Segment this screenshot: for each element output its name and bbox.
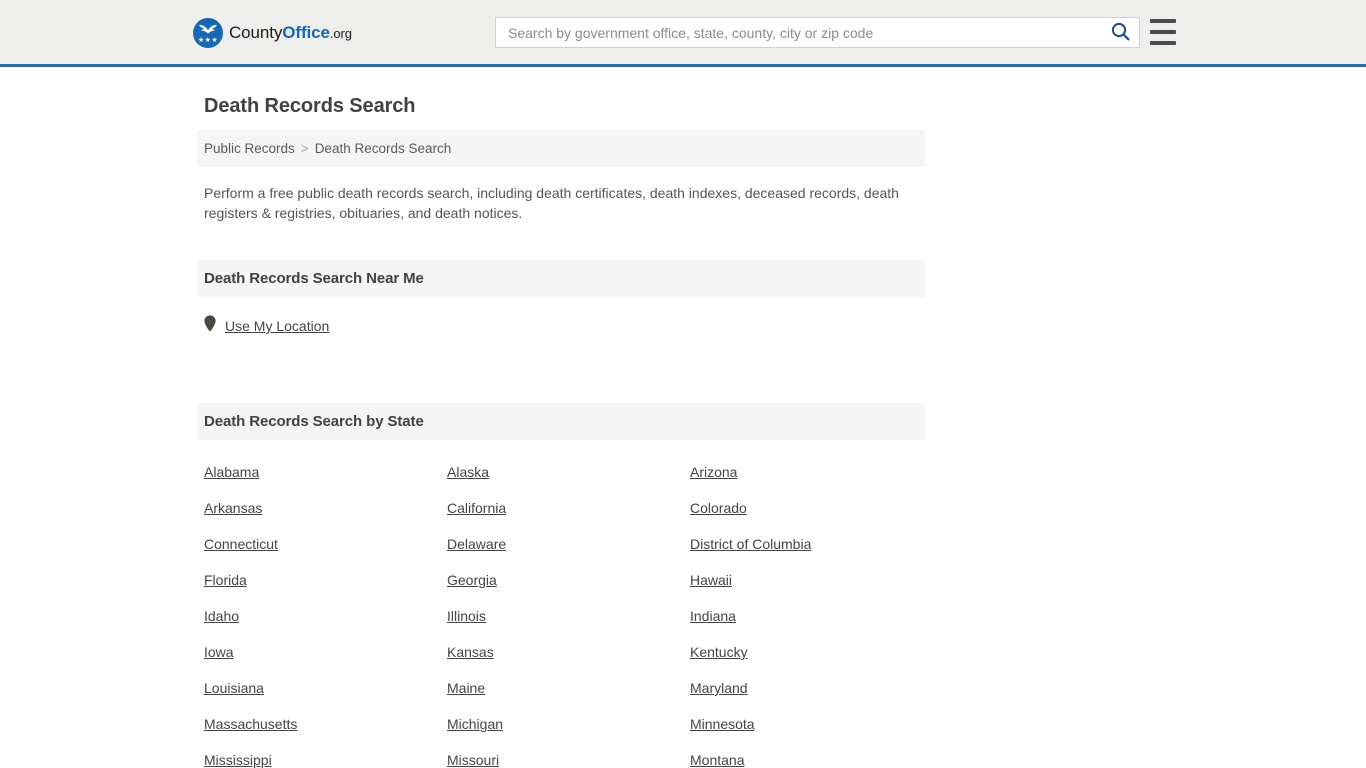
main-content: Death Records Search Public Records > De… xyxy=(0,67,1366,768)
logo-wordmark: CountyOffice.org xyxy=(229,23,352,43)
state-link[interactable]: Missouri xyxy=(447,753,499,767)
state-link[interactable]: Idaho xyxy=(204,609,239,623)
state-link[interactable]: District of Columbia xyxy=(690,537,811,551)
section-header-by-state: Death Records Search by State xyxy=(197,403,925,440)
logo-stars: ★★★ xyxy=(197,36,219,44)
map-pin-icon xyxy=(204,315,216,337)
search-input[interactable] xyxy=(496,18,1101,47)
site-logo[interactable]: ★★★ CountyOffice.org xyxy=(193,18,352,48)
search-icon xyxy=(1111,22,1130,44)
logo-text-county: County xyxy=(229,23,283,42)
state-link[interactable]: Indiana xyxy=(690,609,736,623)
page-intro-text: Perform a free public death records sear… xyxy=(204,185,899,221)
state-link[interactable]: Louisiana xyxy=(204,681,264,695)
hamburger-menu-icon xyxy=(1150,41,1176,45)
state-link[interactable]: Maryland xyxy=(690,681,748,695)
state-link[interactable]: Kansas xyxy=(447,645,494,659)
breadcrumb: Public Records > Death Records Search xyxy=(197,130,925,167)
state-link[interactable]: Colorado xyxy=(690,501,747,515)
state-link[interactable]: Iowa xyxy=(204,645,234,659)
section-header-near-me: Death Records Search Near Me xyxy=(197,260,925,297)
search-bar[interactable] xyxy=(495,17,1140,48)
hamburger-menu-icon xyxy=(1150,30,1176,34)
logo-text-org: .org xyxy=(329,26,352,41)
state-link[interactable]: Michigan xyxy=(447,717,503,731)
state-link[interactable]: Montana xyxy=(690,753,744,767)
state-link[interactable]: Florida xyxy=(204,573,247,587)
state-link[interactable]: Maine xyxy=(447,681,485,695)
hamburger-menu-icon xyxy=(1150,19,1176,23)
site-header: ★★★ CountyOffice.org xyxy=(0,0,1366,67)
use-my-location-row: Use My Location xyxy=(197,297,925,337)
state-link[interactable]: California xyxy=(447,501,506,515)
state-link[interactable]: Alaska xyxy=(447,465,489,479)
search-submit-button[interactable] xyxy=(1101,18,1139,47)
breadcrumb-separator: > xyxy=(300,141,309,156)
state-link[interactable]: Georgia xyxy=(447,573,497,587)
state-link[interactable]: Massachusetts xyxy=(204,717,297,731)
state-link[interactable]: Alabama xyxy=(204,465,259,479)
eagle-shield-icon: ★★★ xyxy=(193,18,223,48)
state-link[interactable]: Illinois xyxy=(447,609,486,623)
use-my-location-link[interactable]: Use My Location xyxy=(225,318,329,334)
state-link[interactable]: Kentucky xyxy=(690,645,748,659)
state-link[interactable]: Minnesota xyxy=(690,717,755,731)
state-link[interactable]: Arizona xyxy=(690,465,737,479)
state-link[interactable]: Mississippi xyxy=(204,753,272,767)
state-link[interactable]: Hawaii xyxy=(690,573,732,587)
breadcrumb-item-public-records[interactable]: Public Records xyxy=(204,141,295,156)
hamburger-menu-button[interactable] xyxy=(1150,19,1176,45)
logo-text-office: Office xyxy=(282,23,330,42)
state-links-grid: Alabama Alaska Arizona Arkansas California Co… xyxy=(197,440,925,768)
state-link[interactable]: Delaware xyxy=(447,537,506,551)
page-title: Death Records Search xyxy=(204,95,416,117)
breadcrumb-item-current: Death Records Search xyxy=(314,141,452,156)
state-link[interactable]: Arkansas xyxy=(204,501,262,515)
state-link[interactable]: Connecticut xyxy=(204,537,278,551)
